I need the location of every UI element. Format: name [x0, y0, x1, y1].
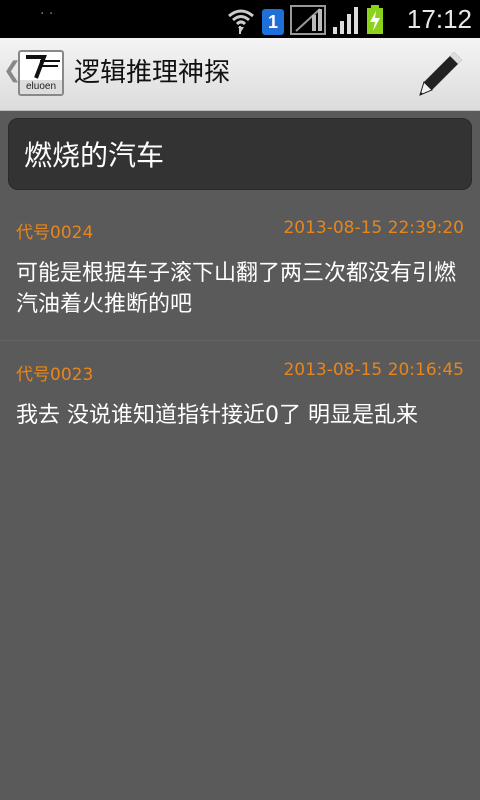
status-bar: · · 1 17:12: [0, 0, 480, 38]
comment-timestamp: 2013-08-15 20:16:45: [283, 360, 464, 380]
signal-strength-icon: [333, 7, 358, 34]
comment-timestamp: 2013-08-15 22:39:20: [283, 218, 464, 238]
status-icons: 1: [226, 3, 384, 35]
notification-indicator: · ·: [40, 6, 54, 22]
signal-no-data-icon: [290, 5, 326, 35]
comment-text: 可能是根据车子滚下山翻了两三次都没有引燃汽油着火推断的吧: [16, 261, 457, 317]
sim-slot-badge: 1: [262, 9, 284, 35]
app-logo[interactable]: eluoen: [18, 50, 64, 96]
comment-author: 代号0024: [16, 223, 94, 243]
wifi-icon: [228, 9, 254, 34]
pen-icon[interactable]: [414, 48, 466, 100]
comment-author: 代号0023: [16, 365, 94, 385]
app-title: 逻辑推理神探: [74, 58, 231, 88]
comment-text: 我去 没说谁知道指针接近0了 明显是乱来: [16, 403, 418, 428]
logo-mark-icon: [26, 55, 60, 79]
status-clock: 17:12: [406, 4, 472, 34]
comment-item[interactable]: 代号0024 2013-08-15 22:39:20 可能是根据车子滚下山翻了两…: [0, 200, 480, 341]
title-bar: ❮ eluoen 逻辑推理神探: [0, 38, 480, 111]
topic-card: 燃烧的汽车: [8, 118, 472, 190]
logo-text: eluoen: [20, 80, 62, 94]
topic-title: 燃烧的汽车: [24, 139, 165, 172]
comment-item[interactable]: 代号0023 2013-08-15 20:16:45 我去 没说谁知道指针接近0…: [0, 342, 480, 482]
battery-charging-icon: [367, 5, 383, 34]
